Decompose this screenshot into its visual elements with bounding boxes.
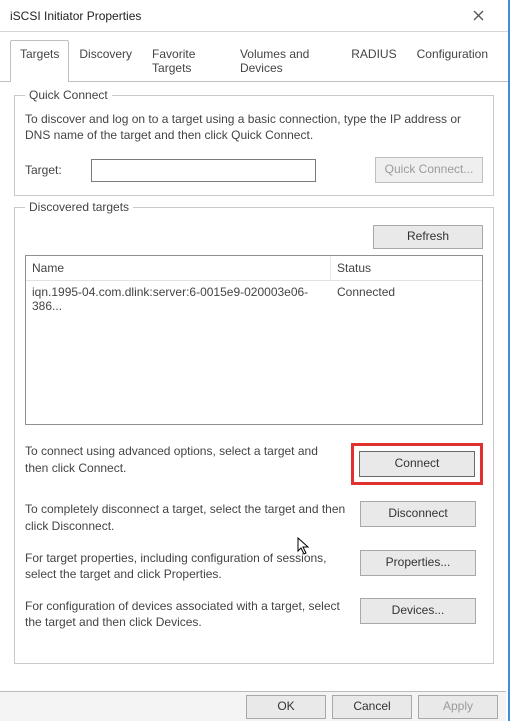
iscsi-initiator-window: iSCSI Initiator Properties Targets Disco… [0, 0, 510, 721]
target-row: Target: Quick Connect... [25, 157, 483, 183]
discovered-targets-group: Discovered targets Refresh Name Status i… [14, 200, 494, 663]
discovered-targets-legend: Discovered targets [25, 200, 133, 214]
row-status: Connected [331, 281, 482, 317]
tab-favorite-targets[interactable]: Favorite Targets [142, 40, 230, 81]
quick-connect-legend: Quick Connect [25, 88, 112, 102]
target-label: Target: [25, 163, 75, 177]
cancel-button[interactable]: Cancel [332, 695, 412, 719]
close-button[interactable] [456, 2, 500, 30]
disconnect-button[interactable]: Disconnect [360, 501, 476, 527]
connect-highlight: Connect [351, 443, 483, 485]
devices-instruction: For configuration of devices associated … [25, 598, 346, 630]
tab-content: Quick Connect To discover and log on to … [0, 88, 508, 672]
titlebar: iSCSI Initiator Properties [0, 0, 508, 32]
tab-targets[interactable]: Targets [10, 40, 69, 82]
connect-button[interactable]: Connect [359, 451, 475, 477]
apply-button: Apply [418, 695, 498, 719]
disconnect-instruction: To completely disconnect a target, selec… [25, 501, 346, 533]
targets-list[interactable]: Name Status iqn.1995-04.com.dlink:server… [25, 255, 483, 425]
dialog-footer: OK Cancel Apply [0, 691, 506, 721]
column-status[interactable]: Status [331, 256, 482, 280]
quick-connect-group: Quick Connect To discover and log on to … [14, 88, 494, 196]
quick-connect-button: Quick Connect... [375, 157, 483, 183]
refresh-button[interactable]: Refresh [373, 225, 483, 249]
properties-instruction: For target properties, including configu… [25, 550, 346, 582]
column-name[interactable]: Name [26, 256, 331, 280]
devices-button[interactable]: Devices... [360, 598, 476, 624]
properties-button[interactable]: Properties... [360, 550, 476, 576]
tab-configuration[interactable]: Configuration [407, 40, 498, 81]
quick-connect-description: To discover and log on to a target using… [25, 111, 483, 143]
ok-button[interactable]: OK [246, 695, 326, 719]
tab-discovery[interactable]: Discovery [69, 40, 142, 81]
close-icon [473, 10, 484, 21]
window-title: iSCSI Initiator Properties [10, 9, 141, 23]
row-name: iqn.1995-04.com.dlink:server:6-0015e9-02… [26, 281, 331, 317]
table-row[interactable]: iqn.1995-04.com.dlink:server:6-0015e9-02… [26, 281, 482, 317]
instruction-area: To connect using advanced options, selec… [25, 443, 483, 630]
tab-volumes-devices[interactable]: Volumes and Devices [230, 40, 341, 81]
target-input[interactable] [91, 159, 316, 182]
tab-radius[interactable]: RADIUS [341, 40, 406, 81]
targets-list-header: Name Status [26, 256, 482, 281]
connect-instruction: To connect using advanced options, selec… [25, 443, 337, 475]
tab-strip: Targets Discovery Favorite Targets Volum… [0, 40, 508, 82]
